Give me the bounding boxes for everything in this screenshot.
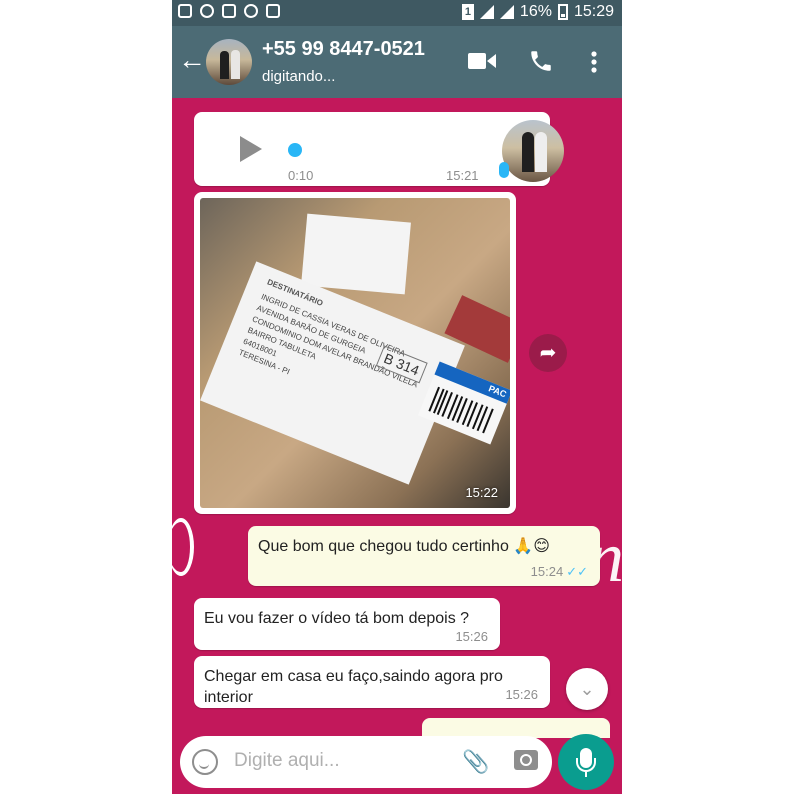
mail-icon: [266, 4, 280, 18]
battery-percent: 16%: [519, 3, 552, 20]
chat-area[interactable]: Mani 0:10 15:21 DESTINATÁRIO INGRID DE C…: [172, 98, 622, 794]
audio-message[interactable]: 0:10 15:21: [194, 112, 564, 186]
image-icon: [222, 4, 236, 18]
message-time: 15:26: [505, 687, 538, 702]
battery-icon: [557, 4, 568, 20]
microphone-button[interactable]: [558, 734, 614, 790]
typing-status: digitando...: [262, 68, 336, 85]
message-text: Eu vou fazer o vídeo tá bom depois ?: [204, 610, 470, 627]
sticky-note: [301, 213, 411, 295]
wallpaper-flourish: [172, 518, 194, 576]
voice-note-mic-icon: [499, 162, 509, 178]
instagram-icon: [178, 4, 192, 18]
sim-indicator: 1: [461, 4, 474, 20]
alarm-icon: [200, 4, 214, 18]
phone-icon[interactable]: [528, 48, 554, 74]
back-arrow-icon[interactable]: ←: [178, 46, 206, 74]
read-receipt-icon: ✓✓: [566, 564, 588, 579]
message-text: Chegar em casa eu faço,saindo agora pro …: [204, 668, 503, 706]
chevron-double-down-icon[interactable]: ⌄: [566, 668, 608, 710]
incoming-message[interactable]: Eu vou fazer o vídeo tá bom depois ? 15:…: [194, 598, 500, 650]
chat-header: ← +55 99 8447-0521 digitando...: [172, 26, 622, 98]
signal-icon-2: [499, 5, 514, 19]
clock: 15:29: [573, 3, 614, 20]
contact-name[interactable]: +55 99 8447-0521: [262, 38, 425, 61]
outgoing-message[interactable]: Que bom que chegou tudo certinho 🙏😊 15:2…: [248, 526, 600, 586]
incoming-message[interactable]: Chegar em casa eu faço,saindo agora pro …: [194, 656, 550, 708]
message-time: 15:22: [465, 485, 498, 500]
package-photo[interactable]: DESTINATÁRIO INGRID DE CASSIA VERAS DE O…: [200, 198, 510, 508]
message-time: 15:26: [455, 629, 488, 644]
message-text: Que bom que chegou tudo certinho 🙏😊: [258, 538, 550, 555]
sender-avatar: [502, 120, 564, 182]
location-icon: [244, 4, 258, 18]
notification-icons: [178, 4, 280, 18]
contact-avatar[interactable]: [206, 39, 252, 85]
status-bar: 1 16% 15:29: [172, 0, 622, 26]
image-message[interactable]: DESTINATÁRIO INGRID DE CASSIA VERAS DE O…: [194, 192, 516, 514]
signal-icon: [479, 5, 494, 19]
video-call-icon[interactable]: [468, 52, 496, 70]
play-icon[interactable]: [240, 136, 262, 162]
shipping-label: DESTINATÁRIO INGRID DE CASSIA VERAS DE O…: [200, 261, 465, 485]
message-composer: 📎: [180, 736, 552, 788]
emoji-icon[interactable]: [192, 749, 218, 775]
forward-icon[interactable]: ➦: [529, 334, 567, 372]
audio-duration: 0:10: [288, 168, 314, 183]
message-time: 15:24: [530, 564, 564, 579]
paperclip-icon[interactable]: 📎: [462, 749, 489, 775]
phone-screen: 1 16% 15:29 ← +55 99 8447-0521 digitando…: [172, 0, 622, 794]
message-input[interactable]: [232, 749, 436, 773]
system-indicators: 1 16% 15:29: [461, 3, 614, 21]
camera-icon[interactable]: [514, 750, 538, 770]
message-time: 15:21: [446, 168, 479, 183]
audio-scrubber[interactable]: [288, 143, 302, 157]
more-vert-icon[interactable]: [590, 50, 598, 74]
